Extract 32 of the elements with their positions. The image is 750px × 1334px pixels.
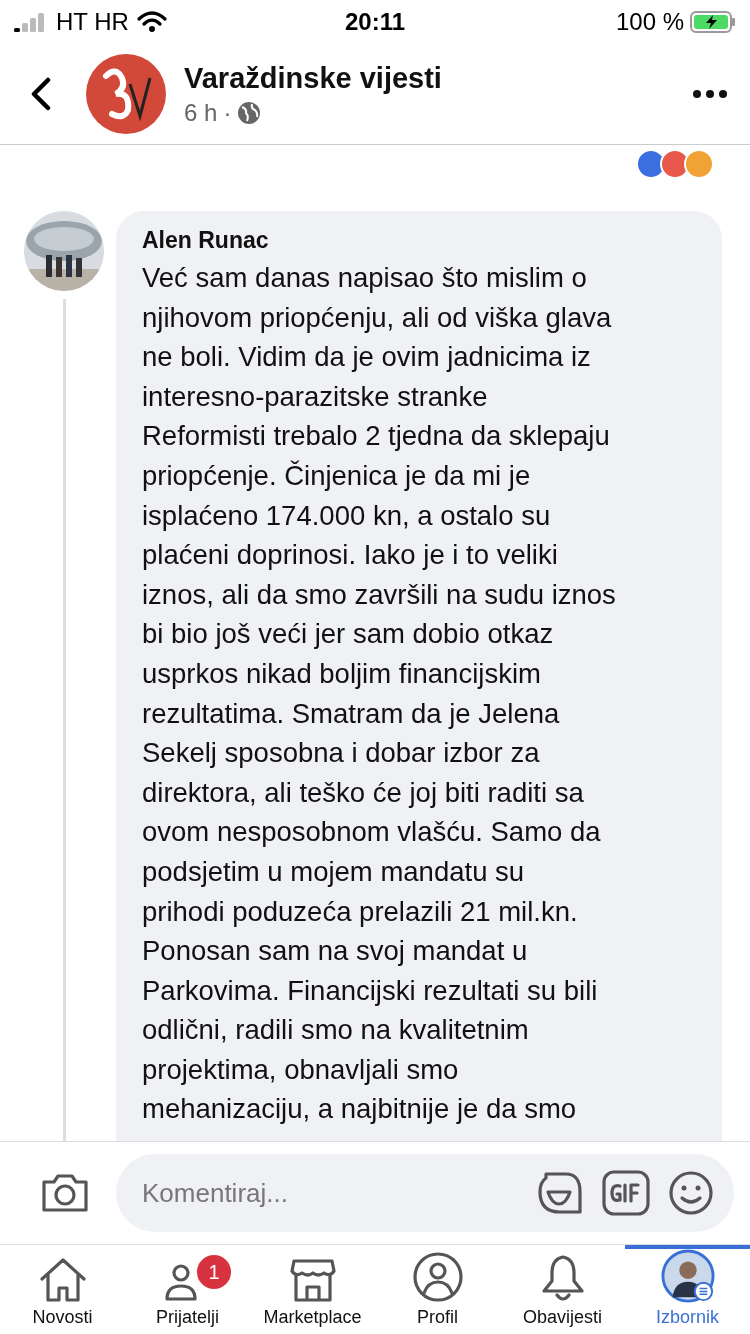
page-logo[interactable] — [86, 54, 166, 134]
comment-author[interactable]: Alen Runac — [142, 227, 702, 254]
back-icon[interactable] — [30, 77, 52, 111]
battery-icon — [690, 10, 736, 34]
meta-separator: · — [223, 98, 232, 127]
nav-tab[interactable]: Izbornik — [625, 1245, 750, 1334]
storefront-icon — [287, 1257, 338, 1303]
page-name[interactable]: Varaždinske vijesti — [184, 61, 692, 95]
nav-tab[interactable]: Obavijesti — [500, 1245, 625, 1334]
home-icon — [37, 1257, 88, 1303]
nav-tab[interactable]: 1 Prijatelji — [125, 1245, 250, 1334]
gif-icon[interactable] — [602, 1170, 650, 1216]
notification-badge: 1 — [195, 1253, 233, 1291]
comment-field[interactable]: Komentiraj... — [116, 1154, 734, 1232]
wifi-icon — [136, 11, 167, 33]
more-icon[interactable] — [692, 89, 728, 99]
nav-tab[interactable]: Profil — [375, 1245, 500, 1334]
post-time: 6 h — [184, 98, 218, 127]
avatar — [659, 1249, 716, 1303]
nav-tab[interactable]: Marketplace — [250, 1245, 375, 1334]
sticker-icon[interactable] — [536, 1170, 584, 1216]
emoji-icon[interactable] — [668, 1170, 714, 1216]
battery-percent: 100 % — [615, 8, 684, 36]
comment-input[interactable]: Komentiraj... — [140, 1176, 518, 1210]
clock-time: 20:11 — [344, 8, 406, 36]
camera-icon[interactable] — [40, 1172, 90, 1214]
bell-icon — [539, 1253, 586, 1303]
nav-tab[interactable]: Novosti — [0, 1245, 125, 1334]
globe-icon — [237, 100, 262, 125]
carrier-name: HT HR — [56, 8, 129, 36]
profile-icon — [411, 1251, 464, 1303]
comment-text: Već sam danas napisao što mislim o njihovom priopćenju, ali od viška glava ne boli. Vidim da je ovim jadnicima iz interesno-parazitske stranke Reformisti trebalo 2 tjedna da sklepaju priopćenje. Činjenica je da mi je isplaćeno 174.000 kn, a ostalo su plaćeni doprinosi. Iako je i to veliki iznos, ali da smo završili na sudu iznos bi bio još veći jer sam dobio otkaz usprkos nikad boljim financijskim rezultatima. Smatram da je Jelena Sekelj sposobna i dobar izbor za direktora, ali teško će joj biti raditi sa ovom nesposobnom vlašću. Samo da podsjetim u mojem mandatu su prihodi poduzeća prelazili 21 mil.kn. Ponosan sam na svoj mandat u Parkovima. Financijski rezultati su bili odlični, radili smo na kvalitetnim projektima, obnavljali smo mehanizaciju, a najbitnije je da smo — [142, 261, 617, 1127]
